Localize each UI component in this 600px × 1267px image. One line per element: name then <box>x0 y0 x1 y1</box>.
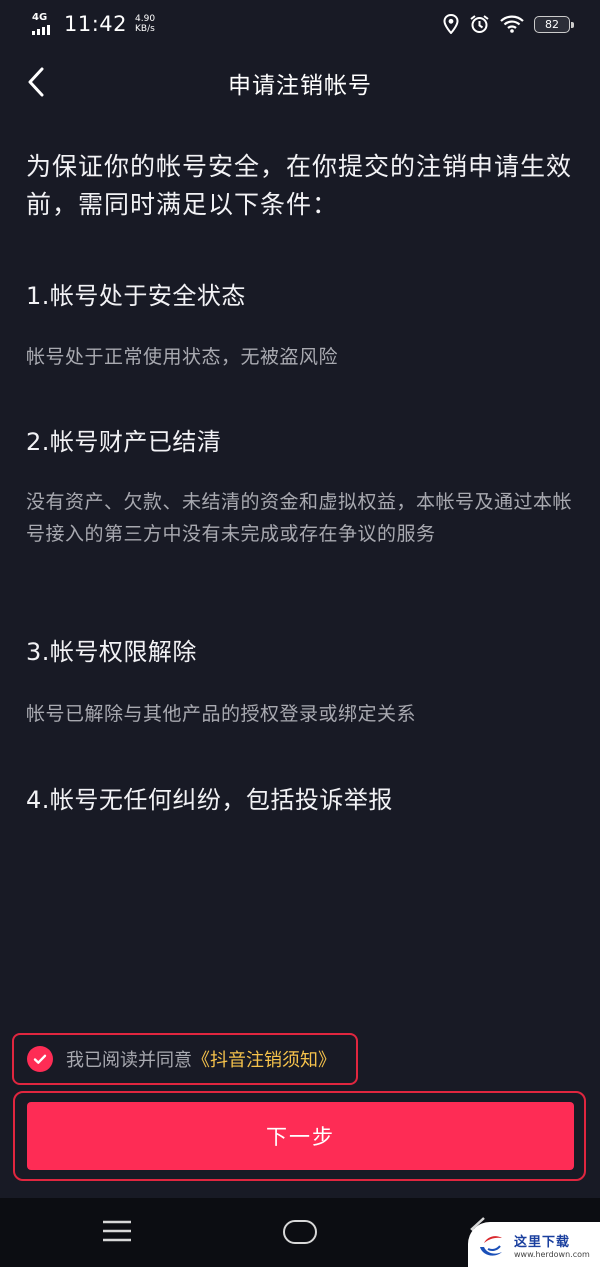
next-button-highlight: 下一步 <box>13 1091 586 1181</box>
condition-3-title: 3.帐号权限解除 <box>26 638 197 666</box>
home-icon[interactable] <box>283 1220 317 1244</box>
network-indicator: 4G <box>32 13 60 35</box>
network-type: 4G <box>32 12 48 23</box>
location-icon <box>443 14 459 34</box>
battery-icon: 82 <box>534 15 574 33</box>
watermark: 这里下载 www.herdown.com <box>468 1222 600 1267</box>
network-speed: 4.90 KB/s <box>135 14 155 34</box>
watermark-url: www.herdown.com <box>514 1249 590 1259</box>
checkmark-icon <box>33 1054 47 1064</box>
agreement-text: 我已阅读并同意 <box>66 1050 192 1071</box>
watermark-text: 这里下载 www.herdown.com <box>514 1231 590 1259</box>
agreement-row: 我已阅读并同意 《抖音注销须知》 <box>12 1033 358 1085</box>
watermark-logo-icon <box>480 1235 502 1256</box>
condition-1-title: 1.帐号处于安全状态 <box>26 282 246 310</box>
agreement-link[interactable]: 《抖音注销须知》 <box>192 1046 336 1072</box>
nav-bar: 申请注销帐号 <box>0 52 600 112</box>
conditions-content: 为保证你的帐号安全，在你提交的注销申请生效前，需同时满足以下条件： 1.帐号处于… <box>26 148 582 814</box>
status-time: 11:42 <box>64 12 128 36</box>
menu-icon[interactable] <box>102 1220 132 1246</box>
agreement-checkbox[interactable] <box>27 1046 53 1072</box>
intro-text: 为保证你的帐号安全，在你提交的注销申请生效前，需同时满足以下条件： <box>26 152 573 219</box>
next-button[interactable]: 下一步 <box>27 1102 574 1170</box>
alarm-icon <box>469 14 490 34</box>
speed-unit: KB/s <box>135 24 155 34</box>
condition-2-desc: 没有资产、欠款、未结清的资金和虚拟权益，本帐号及通过本帐号接入的第三方中没有未完… <box>26 491 573 545</box>
condition-1-desc: 帐号处于正常使用状态，无被盗风险 <box>26 346 339 368</box>
watermark-name: 这里下载 <box>514 1234 571 1250</box>
condition-3-desc: 帐号已解除与其他产品的授权登录或绑定关系 <box>26 703 417 725</box>
condition-2-title: 2.帐号财产已结清 <box>26 428 222 456</box>
signal-icon <box>32 25 50 35</box>
status-right: 82 <box>443 14 574 34</box>
status-bar: 4G 11:42 4.90 KB/s 82 <box>0 0 600 48</box>
wifi-icon <box>500 15 524 33</box>
battery-level: 82 <box>545 17 559 31</box>
condition-4-title: 4.帐号无任何纠纷，包括投诉举报 <box>26 786 393 814</box>
speed-value: 4.90 <box>135 14 156 24</box>
page-title: 申请注销帐号 <box>228 73 372 99</box>
status-left: 4G 11:42 4.90 KB/s <box>32 12 155 36</box>
